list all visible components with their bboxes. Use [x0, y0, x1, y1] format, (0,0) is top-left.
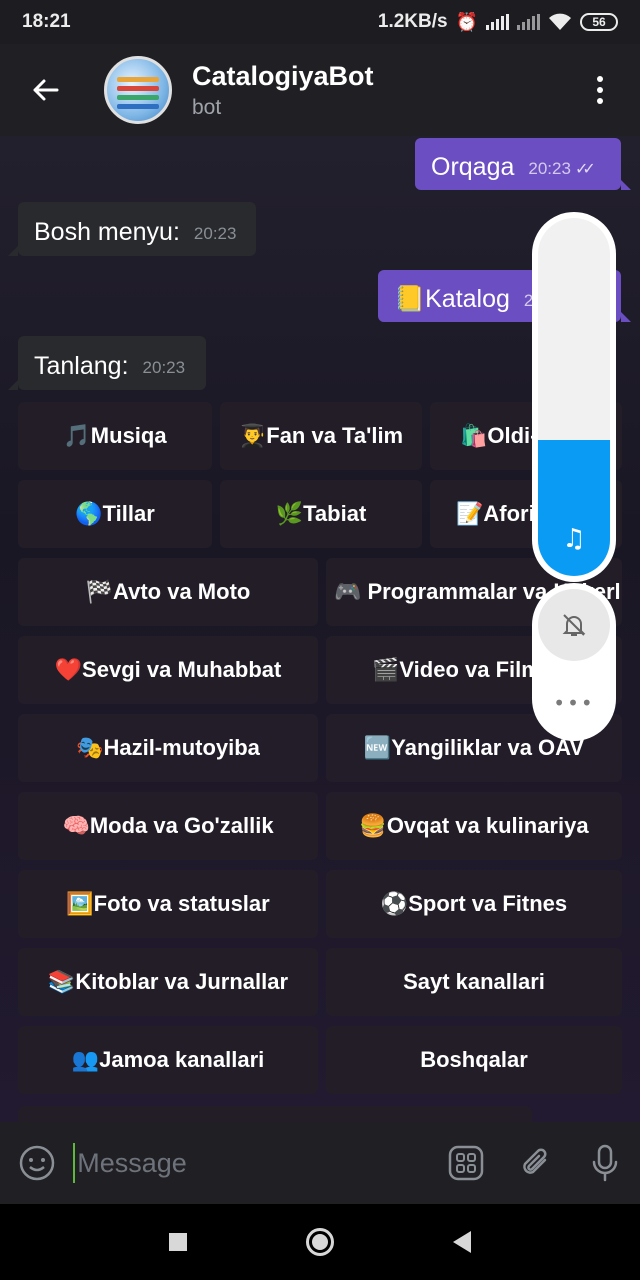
keyboard-button[interactable]: 👨‍🎓Fan va Ta'lim — [220, 402, 422, 470]
emoji-button[interactable] — [0, 1122, 73, 1204]
chat-title: CatalogiyaBot — [192, 60, 374, 91]
chat-header: CatalogiyaBot bot — [0, 44, 640, 136]
keyboard-button[interactable]: 🌎Tillar — [18, 480, 212, 548]
status-time: 18:21 — [22, 11, 71, 32]
alarm-icon: ⏰ — [455, 11, 478, 32]
emoji-icon — [19, 1145, 54, 1181]
microphone-icon — [592, 1144, 618, 1182]
music-note-icon: ♫ — [562, 524, 586, 554]
mute-toggle-button[interactable] — [538, 589, 610, 661]
double-check-icon: ✓✓ — [574, 161, 596, 178]
message-text: Bosh menyu: — [34, 218, 180, 246]
message-bubble-outgoing[interactable]: Orqaga 20:23 ✓✓ — [415, 138, 621, 190]
status-icons: 1.2KB/s ⏰ 56 — [378, 11, 618, 33]
keyboard-partial-row — [18, 1106, 532, 1122]
keyboard-button[interactable]: Boshqalar — [326, 1026, 622, 1094]
keyboard-button[interactable]: Sayt kanallari — [326, 948, 622, 1016]
keyboard-button[interactable]: 🎭Hazil-mutoyiba — [18, 714, 318, 782]
keyboard-button[interactable]: 👥Jamoa kanallari — [18, 1026, 318, 1094]
network-speed: 1.2KB/s — [377, 11, 448, 32]
message-text: Tanlang: — [34, 352, 129, 380]
keyboard-button[interactable]: 🧠Moda va Go'zallik — [18, 792, 318, 860]
keyboard-button[interactable]: ⚽Sport va Fitnes — [326, 870, 622, 938]
message-input[interactable] — [73, 1143, 432, 1183]
message-time: 20:23 — [142, 358, 186, 377]
bot-avatar[interactable] — [104, 56, 172, 124]
keyboard-button[interactable]: 📚Kitoblar va Jurnallar — [18, 948, 318, 1016]
keyboard-button[interactable]: 🏁Avto va Moto — [18, 558, 318, 626]
message-time: 20:23 — [193, 224, 237, 243]
signal-icon — [486, 14, 509, 30]
chat-title-block[interactable]: CatalogiyaBot bot — [192, 61, 374, 120]
keyboard-button[interactable]: 🎵Musiqa — [18, 402, 212, 470]
message-bubble-incoming[interactable]: Tanlang: 20:23 — [18, 336, 206, 390]
voice-record-button[interactable] — [570, 1122, 640, 1204]
volume-track[interactable]: ♫ — [538, 218, 610, 576]
keyboard-grid-icon — [448, 1145, 484, 1181]
battery-icon: 56 — [580, 13, 618, 31]
attach-button[interactable] — [501, 1122, 571, 1204]
keyboard-button[interactable]: 🖼️Foto va statuslar — [18, 870, 318, 938]
message-text: Orqaga — [431, 153, 515, 181]
recents-button[interactable] — [169, 1233, 188, 1251]
keyboard-button[interactable]: 🍔Ovqat va kulinariya — [326, 792, 622, 860]
status-bar: 18:21 1.2KB/s ⏰ 56 — [0, 0, 640, 44]
message-time: 20:23 — [528, 159, 571, 178]
keyboard-button[interactable]: 🌿Tabiat — [220, 480, 422, 548]
bell-off-icon — [562, 614, 586, 636]
wifi-icon — [549, 13, 571, 30]
volume-slider[interactable]: ♫ — [532, 212, 616, 582]
ringer-panel: ••• — [532, 583, 616, 741]
keyboard-button[interactable]: ❤️Sevgi va Muhabbat — [18, 636, 318, 704]
home-button[interactable] — [305, 1228, 334, 1256]
arrow-left-icon — [33, 79, 59, 101]
chat-subtitle: bot — [192, 95, 222, 119]
back-nav-button[interactable] — [452, 1231, 471, 1253]
message-bubble-incoming[interactable]: Bosh menyu: 20:23 — [18, 202, 256, 256]
volume-fill — [538, 440, 610, 576]
bot-keyboard-toggle-button[interactable] — [431, 1122, 501, 1204]
paperclip-icon — [522, 1148, 547, 1174]
signal-icon-2 — [517, 14, 540, 30]
message-input-bar — [0, 1122, 640, 1204]
back-button[interactable] — [0, 44, 90, 136]
message-text: 📒Katalog — [394, 285, 510, 313]
more-options-button[interactable] — [560, 44, 640, 136]
more-settings-button[interactable]: ••• — [532, 691, 616, 715]
system-nav-bar — [0, 1204, 640, 1280]
